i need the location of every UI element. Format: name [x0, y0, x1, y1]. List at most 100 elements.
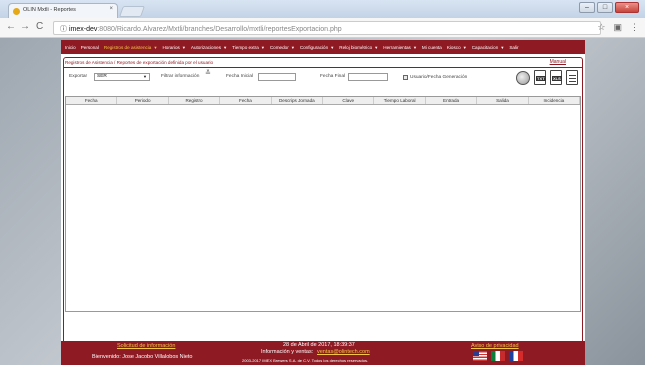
column-header[interactable]: Fecha [66, 97, 118, 104]
main-menu: Inicio Personal Registros de asistencia ▼ H… [61, 40, 585, 54]
menu-item-label: Mi cuenta [421, 44, 442, 50]
txt-tag: TXT [536, 76, 546, 81]
xls-tag: XLS [552, 76, 562, 81]
maximize-button[interactable]: □ [597, 2, 613, 13]
menu-item-label: Reloj biométrico [339, 44, 373, 50]
report-table: Fecha Periodo Registro Fecha Descrips Jornad… [65, 96, 581, 312]
solicitud-link[interactable]: Solicitud de información [117, 343, 175, 349]
column-header[interactable]: Incidencia [529, 97, 581, 104]
menu-item-8[interactable]: Reloj biométrico ▼ [339, 45, 378, 50]
menu-item-label: Registros de asistencia [103, 44, 152, 50]
usuario-fecha-label: Usuario/Fecha Generación [410, 75, 468, 80]
column-header[interactable]: Periodo [117, 97, 169, 104]
filter-bar: Exportar SER ▼ Filtrar información ≚ Fec… [64, 70, 582, 93]
caret-down-icon: ▼ [222, 44, 228, 50]
column-header[interactable]: Descrips Jornada [272, 97, 324, 104]
exportar-value: SER [97, 74, 107, 79]
tab-title: OLIN Mxtli - Reportes [23, 7, 76, 13]
menu-item-label: Personal [80, 44, 99, 50]
menu-item-label: Capacitacion [471, 44, 499, 50]
caret-down-icon: ▼ [373, 44, 379, 50]
xls-icon[interactable]: XLS [550, 70, 562, 85]
caret-down-icon: ▼ [499, 44, 505, 50]
menu-item-7[interactable]: Configuración ▼ [300, 45, 334, 50]
menu-item-label: Comedor [269, 44, 289, 50]
fecha-final-label: Fecha Final [320, 74, 346, 79]
expand-filters-icon[interactable]: ≚ [205, 70, 211, 77]
menu-item-11[interactable]: Kiosco ▼ [447, 45, 467, 50]
caret-down-icon: ▼ [152, 44, 158, 50]
menu-item-9[interactable]: Herramientas ▼ [383, 45, 417, 50]
exportar-select[interactable]: SER ▼ [94, 73, 150, 81]
france-flag-icon[interactable] [509, 351, 523, 361]
browser-menu-icon[interactable]: ⋮ [630, 22, 639, 33]
datetime-text: 28 de Abril de 2017, 18:39:37 [283, 342, 355, 348]
close-window-button[interactable]: × [615, 2, 639, 13]
usuario-fecha-checkbox[interactable] [403, 75, 408, 80]
column-header[interactable]: Salida [477, 97, 529, 104]
address-path: :8080/Ricardo.Alvarez/Mxtli/branches/Des… [97, 26, 342, 33]
browser-titlebar: OLIN Mxtli - Reportes × – □ × [0, 0, 645, 18]
caret-down-icon: ▼ [180, 44, 186, 50]
footer: Solicitud de información Bienvenido: Jos… [61, 341, 585, 365]
us-flag-icon[interactable] [473, 351, 487, 361]
menu-item-13[interactable]: Salir [509, 45, 518, 50]
ventas-email-link[interactable]: ventas@olintech.com [317, 349, 370, 355]
mexico-flag-icon[interactable] [491, 351, 505, 361]
app-page: Inicio Personal Registros de asistencia ▼ H… [61, 40, 585, 365]
browser-tab[interactable]: OLIN Mxtli - Reportes × [8, 3, 118, 18]
export-icons: TXT XLS [516, 70, 578, 85]
privacy-link[interactable]: Aviso de privacidad [471, 343, 519, 349]
menu-item-label: Inicio [65, 44, 76, 50]
menu-item-1[interactable]: Personal [81, 45, 99, 50]
column-header[interactable]: Registro [169, 97, 221, 104]
breadcrumb-divider [64, 67, 582, 68]
menu-item-label: Salir [509, 44, 519, 50]
forward-button[interactable]: → [20, 21, 30, 32]
menu-item-label: Tiempo extra [232, 44, 259, 50]
back-button[interactable]: ← [6, 21, 16, 32]
menu-item-0[interactable]: Inicio [65, 45, 76, 50]
menu-item-6[interactable]: Comedor ▼ [270, 45, 295, 50]
info-icon: ⓘ [60, 26, 69, 33]
column-header[interactable]: Tiempo Laboral [374, 97, 426, 104]
menu-item-12[interactable]: Capacitacion ▼ [472, 45, 505, 50]
bookmark-star-icon[interactable]: ☆ [597, 22, 605, 33]
caret-down-icon: ▼ [411, 44, 417, 50]
menu-item-10[interactable]: Mi cuenta [422, 45, 442, 50]
caret-down-icon: ▼ [329, 44, 335, 50]
new-tab-button[interactable] [118, 6, 146, 17]
menu-item-label: Autorizaciones [190, 44, 222, 50]
minimize-button[interactable]: – [579, 2, 595, 13]
doc-icon[interactable] [566, 70, 578, 85]
manual-link[interactable]: Manual [550, 59, 566, 65]
info-ventas-label: Información y ventas: [261, 349, 314, 355]
filtrar-label: Filtrar información [161, 74, 200, 79]
fecha-inicial-input[interactable] [258, 73, 296, 81]
menu-item-label: Horarios [162, 44, 180, 50]
address-host: imex-dev [68, 26, 98, 33]
extension-icon[interactable]: ▣ [613, 22, 622, 33]
breadcrumb: Registros de Asistencia / Reportes de ex… [65, 60, 214, 65]
menu-item-4[interactable]: Autorizaciones ▼ [191, 45, 227, 50]
tab-close-icon[interactable]: × [109, 6, 113, 12]
fecha-final-input[interactable] [348, 73, 388, 81]
reload-button[interactable]: C [36, 21, 43, 32]
menu-item-2[interactable]: Registros de asistencia ▼ [104, 45, 158, 50]
menu-item-3[interactable]: Horarios ▼ [162, 45, 185, 50]
menu-item-label: Kiosco [446, 44, 461, 50]
column-header[interactable]: Clave [323, 97, 375, 104]
column-header[interactable]: Fecha [220, 97, 272, 104]
favicon-icon [13, 8, 20, 15]
menu-item-5[interactable]: Tiempo extra ▼ [232, 45, 265, 50]
txt-icon[interactable]: TXT [534, 70, 546, 85]
table-header: Fecha Periodo Registro Fecha Descrips Jornad… [66, 97, 581, 105]
copyright-text: 2003-2017 IMEX Brewers S.A. de C.V. Todo… [242, 358, 369, 363]
window-controls: – □ × [579, 2, 639, 13]
fecha-inicial-label: Fecha Inicial [226, 74, 253, 79]
column-header[interactable]: Entrada [426, 97, 478, 104]
menu-item-label: Herramientas [383, 44, 411, 50]
caret-down-icon: ▼ [259, 44, 265, 50]
globe-icon[interactable] [516, 71, 530, 85]
address-bar[interactable]: ⓘ imex-dev:8080/Ricardo.Alvarez/Mxtli/br… [53, 21, 601, 35]
